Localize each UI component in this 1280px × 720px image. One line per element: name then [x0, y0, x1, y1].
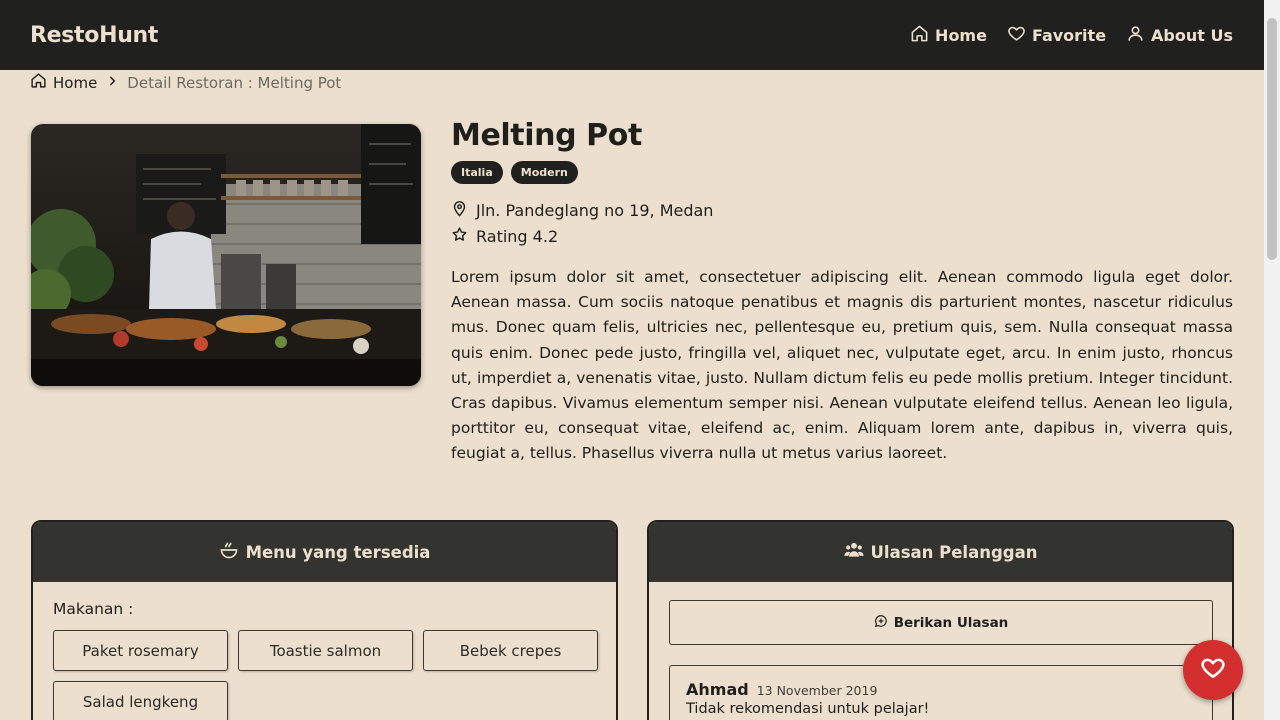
scrollbar-thumb[interactable] — [1267, 18, 1277, 260]
give-review-label: Berikan Ulasan — [893, 614, 1009, 631]
review-date: 13 November 2019 — [756, 683, 878, 698]
home-icon — [910, 24, 929, 47]
food-item[interactable]: Paket rosemary — [53, 630, 228, 671]
reviews-card-title: Ulasan Pelanggan — [870, 542, 1038, 562]
user-icon — [1126, 24, 1145, 47]
favorite-button[interactable] — [1183, 640, 1243, 700]
food-list: Paket rosemary Toastie salmon Bebek crep… — [53, 630, 613, 720]
reviews-card-header: Ulasan Pelanggan — [649, 522, 1232, 582]
chevron-right-icon — [105, 74, 119, 92]
heart-icon — [1007, 24, 1026, 47]
food-item[interactable]: Salad lengkeng — [53, 681, 228, 720]
category-tag: Italia — [451, 161, 503, 184]
users-icon — [843, 540, 864, 564]
breadcrumb-home-link[interactable]: Home — [30, 72, 97, 93]
address-row: Jln. Pandeglang no 19, Medan — [451, 200, 1233, 221]
food-section-label: Makanan : — [53, 600, 134, 618]
menu-card: Menu yang tersedia Makanan : Paket rosem… — [31, 520, 618, 720]
address-text: Jln. Pandeglang no 19, Medan — [476, 201, 714, 220]
review-header: Ahmad 13 November 2019 — [686, 680, 1196, 699]
restaurant-info: Melting Pot Italia Modern Jln. Pandeglan… — [451, 118, 1233, 467]
heart-icon — [1200, 655, 1226, 685]
page-scrollbar[interactable] — [1264, 0, 1280, 720]
comment-plus-icon — [874, 614, 888, 632]
breadcrumb-home-label: Home — [53, 73, 98, 92]
nav-favorite-label: Favorite — [1031, 25, 1107, 45]
breadcrumb: Home Detail Restoran : Melting Pot — [30, 72, 341, 93]
star-icon — [451, 226, 468, 247]
food-bowl-icon — [219, 540, 239, 564]
main-nav: Home Favorite About Us — [910, 24, 1233, 47]
review-item: Ahmad 13 November 2019 Tidak rekomendasi… — [669, 665, 1213, 720]
category-tag: Modern — [510, 161, 578, 184]
review-text: Tidak rekomendasi untuk pelajar! — [686, 701, 930, 717]
rating-text: Rating 4.2 — [476, 227, 559, 246]
nav-about[interactable]: About Us — [1126, 24, 1233, 47]
nav-about-label: About Us — [1151, 25, 1233, 45]
rating-row: Rating 4.2 — [451, 226, 1233, 247]
home-icon — [30, 72, 47, 93]
food-item[interactable]: Toastie salmon — [238, 630, 413, 671]
restaurant-name: Melting Pot — [451, 118, 642, 153]
restaurant-description: Lorem ipsum dolor sit amet, consectetuer… — [451, 268, 1233, 463]
reviews-body: Berikan Ulasan Ahmad 13 November 2019 Ti… — [649, 582, 1232, 720]
reviews-card: Ulasan Pelanggan Berikan Ulasan Ahmad 13… — [647, 520, 1234, 720]
menu-body: Makanan : Paket rosemary Toastie salmon … — [33, 582, 616, 720]
nav-home[interactable]: Home — [910, 24, 987, 47]
restaurant-meta: Jln. Pandeglang no 19, Medan Rating 4.2 — [451, 200, 1233, 247]
reviewer-name: Ahmad — [686, 680, 749, 699]
menu-card-title: Menu yang tersedia — [245, 542, 431, 562]
restaurant-photo — [31, 124, 421, 386]
menu-card-header: Menu yang tersedia — [33, 522, 616, 582]
give-review-button[interactable]: Berikan Ulasan — [669, 600, 1213, 645]
nav-favorite[interactable]: Favorite — [1007, 24, 1106, 47]
location-pin-icon — [451, 200, 468, 221]
food-item[interactable]: Bebek crepes — [423, 630, 598, 671]
nav-home-label: Home — [935, 25, 987, 45]
category-tags: Italia Modern — [451, 161, 1233, 184]
top-navbar: RestoHunt Home Favorite About Us — [0, 0, 1264, 70]
breadcrumb-current: Detail Restoran : Melting Pot — [127, 73, 342, 92]
brand-logo[interactable]: RestoHunt — [30, 23, 158, 48]
